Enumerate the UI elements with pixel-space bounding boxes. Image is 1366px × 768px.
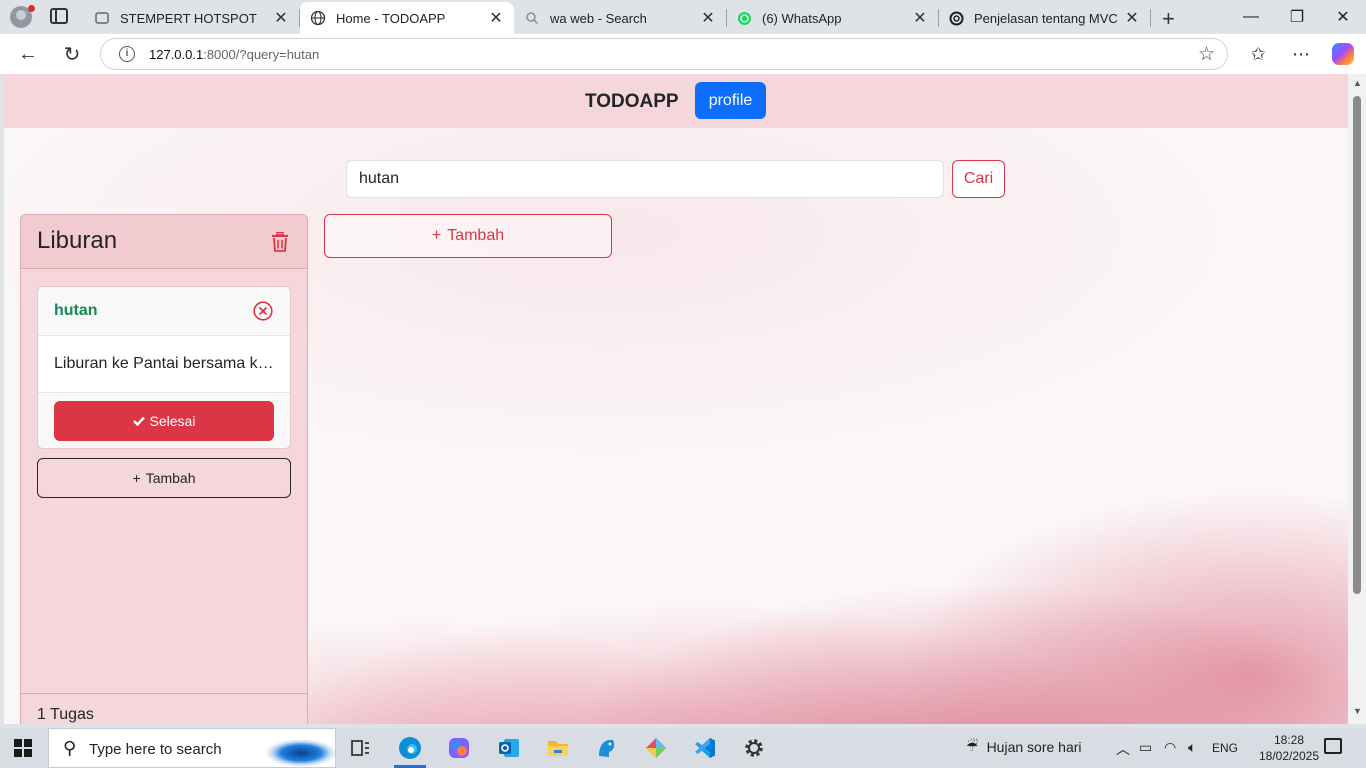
address-url[interactable]: 127.0.0.1:8000/?query=hutan [149, 47, 319, 62]
vscode-icon[interactable] [685, 732, 725, 764]
taskbar-search-box[interactable]: ⚲ Type here to search [48, 728, 337, 768]
plus-icon: + [431, 227, 442, 244]
reload-icon[interactable]: ↻ [59, 42, 85, 66]
copilot-icon[interactable] [1332, 43, 1354, 65]
battery-icon[interactable]: ▭ [1139, 739, 1152, 756]
wifi-icon[interactable]: ◠ [1164, 739, 1176, 756]
plus-icon: + [132, 470, 141, 486]
clock-date: 18/02/2025 [1258, 749, 1320, 763]
tab-penjelasan-mvc[interactable]: Penjelasan tentang MVC ✕ [938, 4, 1150, 32]
weather-rain-icon: ☔ [966, 738, 979, 754]
task-description: Liburan ke Pantai bersama keluarga [54, 355, 278, 372]
weather-widget[interactable]: ☔ Hujan sore hari [966, 738, 1082, 755]
task-card[interactable]: hutan Liburan ke Pantai bersama keluarga… [37, 286, 291, 449]
page-scrollbar[interactable]: ▲ ▼ [1348, 74, 1366, 724]
add-task-label: Tambah [145, 470, 196, 486]
scroll-down-icon[interactable]: ▼ [1353, 706, 1362, 716]
task-title[interactable]: hutan [54, 302, 98, 320]
task-count: 1 Tugas [37, 706, 94, 723]
file-explorer-icon[interactable] [538, 732, 578, 764]
close-icon[interactable]: ✕ [1124, 8, 1140, 28]
outlook-icon[interactable] [489, 732, 529, 764]
list-footer: 1 Tugas [21, 693, 307, 724]
address-bar[interactable]: i 127.0.0.1:8000/?query=hutan ☆ [100, 38, 1228, 70]
add-list-button[interactable]: + Tambah [324, 214, 612, 258]
task-view-icon[interactable] [340, 732, 380, 764]
done-button[interactable]: Selesai [54, 401, 274, 441]
list-title: Liburan [37, 227, 118, 254]
tab-actions-icon[interactable] [50, 8, 68, 24]
favorites-icon[interactable]: ✩ [1246, 42, 1270, 66]
show-hidden-icons-icon[interactable]: ︿ [1116, 739, 1130, 759]
browser-toolbar: ← ↻ i 127.0.0.1:8000/?query=hutan ☆ ✩ ⋯ [0, 34, 1366, 74]
delete-task-icon[interactable] [253, 301, 273, 321]
notification-dot [28, 5, 35, 12]
openai-icon [948, 10, 964, 26]
tab-label: (6) WhatsApp [762, 10, 842, 26]
taskbar-search-placeholder: Type here to search [89, 741, 222, 758]
mysql-workbench-icon[interactable] [587, 732, 627, 764]
trash-icon[interactable] [271, 232, 289, 252]
tab-label: Home - TODOAPP [336, 10, 446, 26]
browser-tab-strip: STEMPERT HOTSPOT ✕ Home - TODOAPP ✕ wa w… [0, 0, 1366, 34]
todo-list-card: Liburan hutan Liburan ke Pantai bersama … [20, 214, 308, 724]
volume-icon[interactable]: 🔈︎ [1188, 739, 1196, 756]
edge-icon[interactable] [390, 732, 430, 768]
search-icon: ⚲ [63, 738, 77, 758]
profile-button[interactable]: profile [695, 82, 766, 119]
clock-time: 18:28 [1273, 733, 1305, 747]
task-footer: Selesai [38, 392, 290, 448]
git-gui-icon[interactable] [636, 732, 676, 764]
search-icon [524, 10, 540, 26]
page-icon [94, 10, 110, 26]
globe-icon [310, 10, 326, 26]
tab-label: Penjelasan tentang MVC [974, 10, 1118, 26]
copilot-app-icon[interactable] [439, 732, 479, 764]
restore-icon[interactable]: ❐ [1274, 4, 1320, 30]
back-icon[interactable]: ← [15, 42, 41, 66]
tab-stempert-hotspot[interactable]: STEMPERT HOTSPOT ✕ [84, 4, 299, 32]
clock[interactable]: 18:28 18/02/2025 [1258, 732, 1320, 764]
add-task-button[interactable]: + Tambah [37, 458, 291, 498]
page-viewport: TODOAPP profile Cari + Tambah Liburan hu… [4, 74, 1348, 724]
tab-home-todoapp[interactable]: Home - TODOAPP ✕ [300, 2, 514, 34]
done-label: Selesai [149, 413, 196, 429]
minimize-icon[interactable]: — [1228, 4, 1274, 30]
close-icon[interactable]: ✕ [912, 8, 928, 28]
tab-label: STEMPERT HOTSPOT [120, 10, 257, 26]
close-icon[interactable]: ✕ [488, 8, 504, 28]
site-info-icon[interactable]: i [119, 46, 135, 62]
task-header: hutan [38, 287, 290, 336]
input-language[interactable]: ENG [1212, 741, 1238, 755]
notification-center-icon[interactable] [1324, 738, 1342, 754]
tab-separator [1150, 9, 1151, 27]
whatsapp-icon [736, 10, 752, 26]
tab-whatsapp[interactable]: (6) WhatsApp ✕ [726, 4, 938, 32]
check-icon [132, 416, 145, 426]
more-menu-icon[interactable]: ⋯ [1289, 42, 1313, 66]
weather-text: Hujan sore hari [986, 738, 1082, 755]
windows-start-icon[interactable] [14, 739, 32, 757]
scroll-up-icon[interactable]: ▲ [1353, 78, 1362, 88]
add-list-label: Tambah [447, 227, 505, 244]
app-brand[interactable]: TODOAPP [585, 91, 679, 113]
close-icon[interactable]: ✕ [700, 8, 716, 28]
close-icon[interactable]: ✕ [273, 8, 289, 28]
favorite-star-icon[interactable]: ☆ [1198, 43, 1215, 66]
list-header: Liburan [21, 215, 307, 269]
tab-wa-web-search[interactable]: wa web - Search ✕ [514, 4, 726, 32]
scroll-thumb[interactable] [1353, 96, 1361, 594]
search-button[interactable]: Cari [952, 160, 1005, 198]
settings-gear-icon[interactable] [734, 732, 774, 764]
window-close-icon[interactable]: ✕ [1320, 4, 1366, 30]
search-input[interactable] [346, 160, 944, 198]
search-highlight-image [257, 731, 337, 767]
app-navbar: TODOAPP profile [4, 74, 1348, 128]
tab-label: wa web - Search [550, 10, 647, 26]
windows-taskbar: ⚲ Type here to search ☔ Hujan sore hari … [0, 728, 1366, 768]
new-tab-icon[interactable]: + [1162, 6, 1175, 32]
